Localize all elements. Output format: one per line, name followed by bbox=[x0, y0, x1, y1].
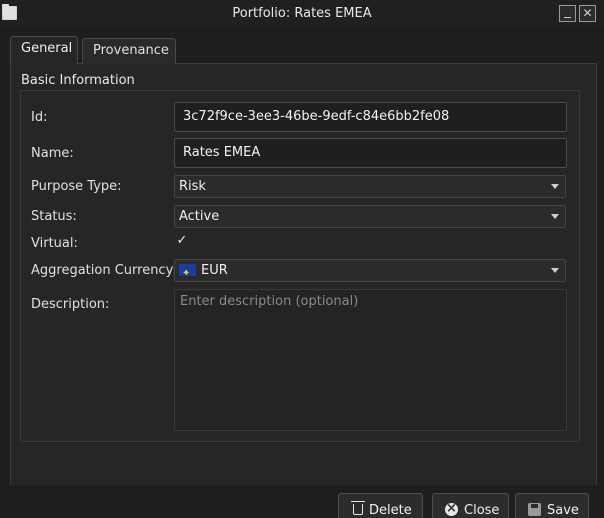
aggregation-currency-label: Aggregation Currency: bbox=[31, 263, 177, 278]
trash-icon bbox=[351, 500, 365, 515]
minimize-button[interactable] bbox=[559, 5, 576, 22]
status-value: Active bbox=[179, 209, 220, 224]
id-label: Id: bbox=[31, 110, 48, 125]
chevron-down-icon bbox=[551, 214, 559, 219]
eu-flag-icon bbox=[179, 263, 196, 284]
close-circle-icon bbox=[445, 501, 458, 516]
save-button[interactable]: Save bbox=[515, 493, 589, 518]
delete-button[interactable]: Delete bbox=[338, 493, 423, 518]
close-window-button[interactable]: ✕ bbox=[579, 5, 596, 22]
delete-button-label: Delete bbox=[369, 503, 412, 518]
aggregation-currency-value: EUR bbox=[201, 263, 228, 278]
save-icon bbox=[528, 502, 541, 516]
chevron-down-icon bbox=[551, 184, 559, 189]
name-label: Name: bbox=[31, 146, 74, 161]
save-button-label: Save bbox=[547, 503, 579, 518]
name-field[interactable]: Rates EMEA bbox=[174, 138, 567, 168]
aggregation-currency-select[interactable]: EUR bbox=[174, 259, 566, 284]
virtual-label: Virtual: bbox=[31, 236, 78, 251]
tab-provenance[interactable]: Provenance bbox=[82, 38, 176, 64]
group-title: Basic Information bbox=[21, 73, 135, 88]
status-label: Status: bbox=[31, 209, 77, 224]
window-title: Portfolio: Rates EMEA bbox=[232, 6, 372, 21]
title-bar: Portfolio: Rates EMEA ✕ bbox=[0, 0, 604, 28]
tab-general[interactable]: General bbox=[10, 36, 78, 64]
close-button[interactable]: Close bbox=[432, 493, 509, 518]
close-button-label: Close bbox=[464, 503, 500, 518]
purpose-type-value: Risk bbox=[179, 179, 206, 194]
chevron-down-icon bbox=[551, 268, 559, 273]
description-field[interactable]: Enter description (optional) bbox=[174, 289, 567, 431]
purpose-type-select[interactable]: Risk bbox=[174, 175, 566, 198]
status-select[interactable]: Active bbox=[174, 205, 566, 228]
description-label: Description: bbox=[31, 297, 110, 312]
virtual-checkbox[interactable]: ✓ bbox=[175, 234, 189, 248]
id-field[interactable]: 3c72f9ce-3ee3-46be-9edf-c84e6bb2fe08 bbox=[174, 102, 567, 132]
purpose-type-label: Purpose Type: bbox=[31, 179, 122, 194]
description-placeholder: Enter description (optional) bbox=[180, 294, 359, 309]
